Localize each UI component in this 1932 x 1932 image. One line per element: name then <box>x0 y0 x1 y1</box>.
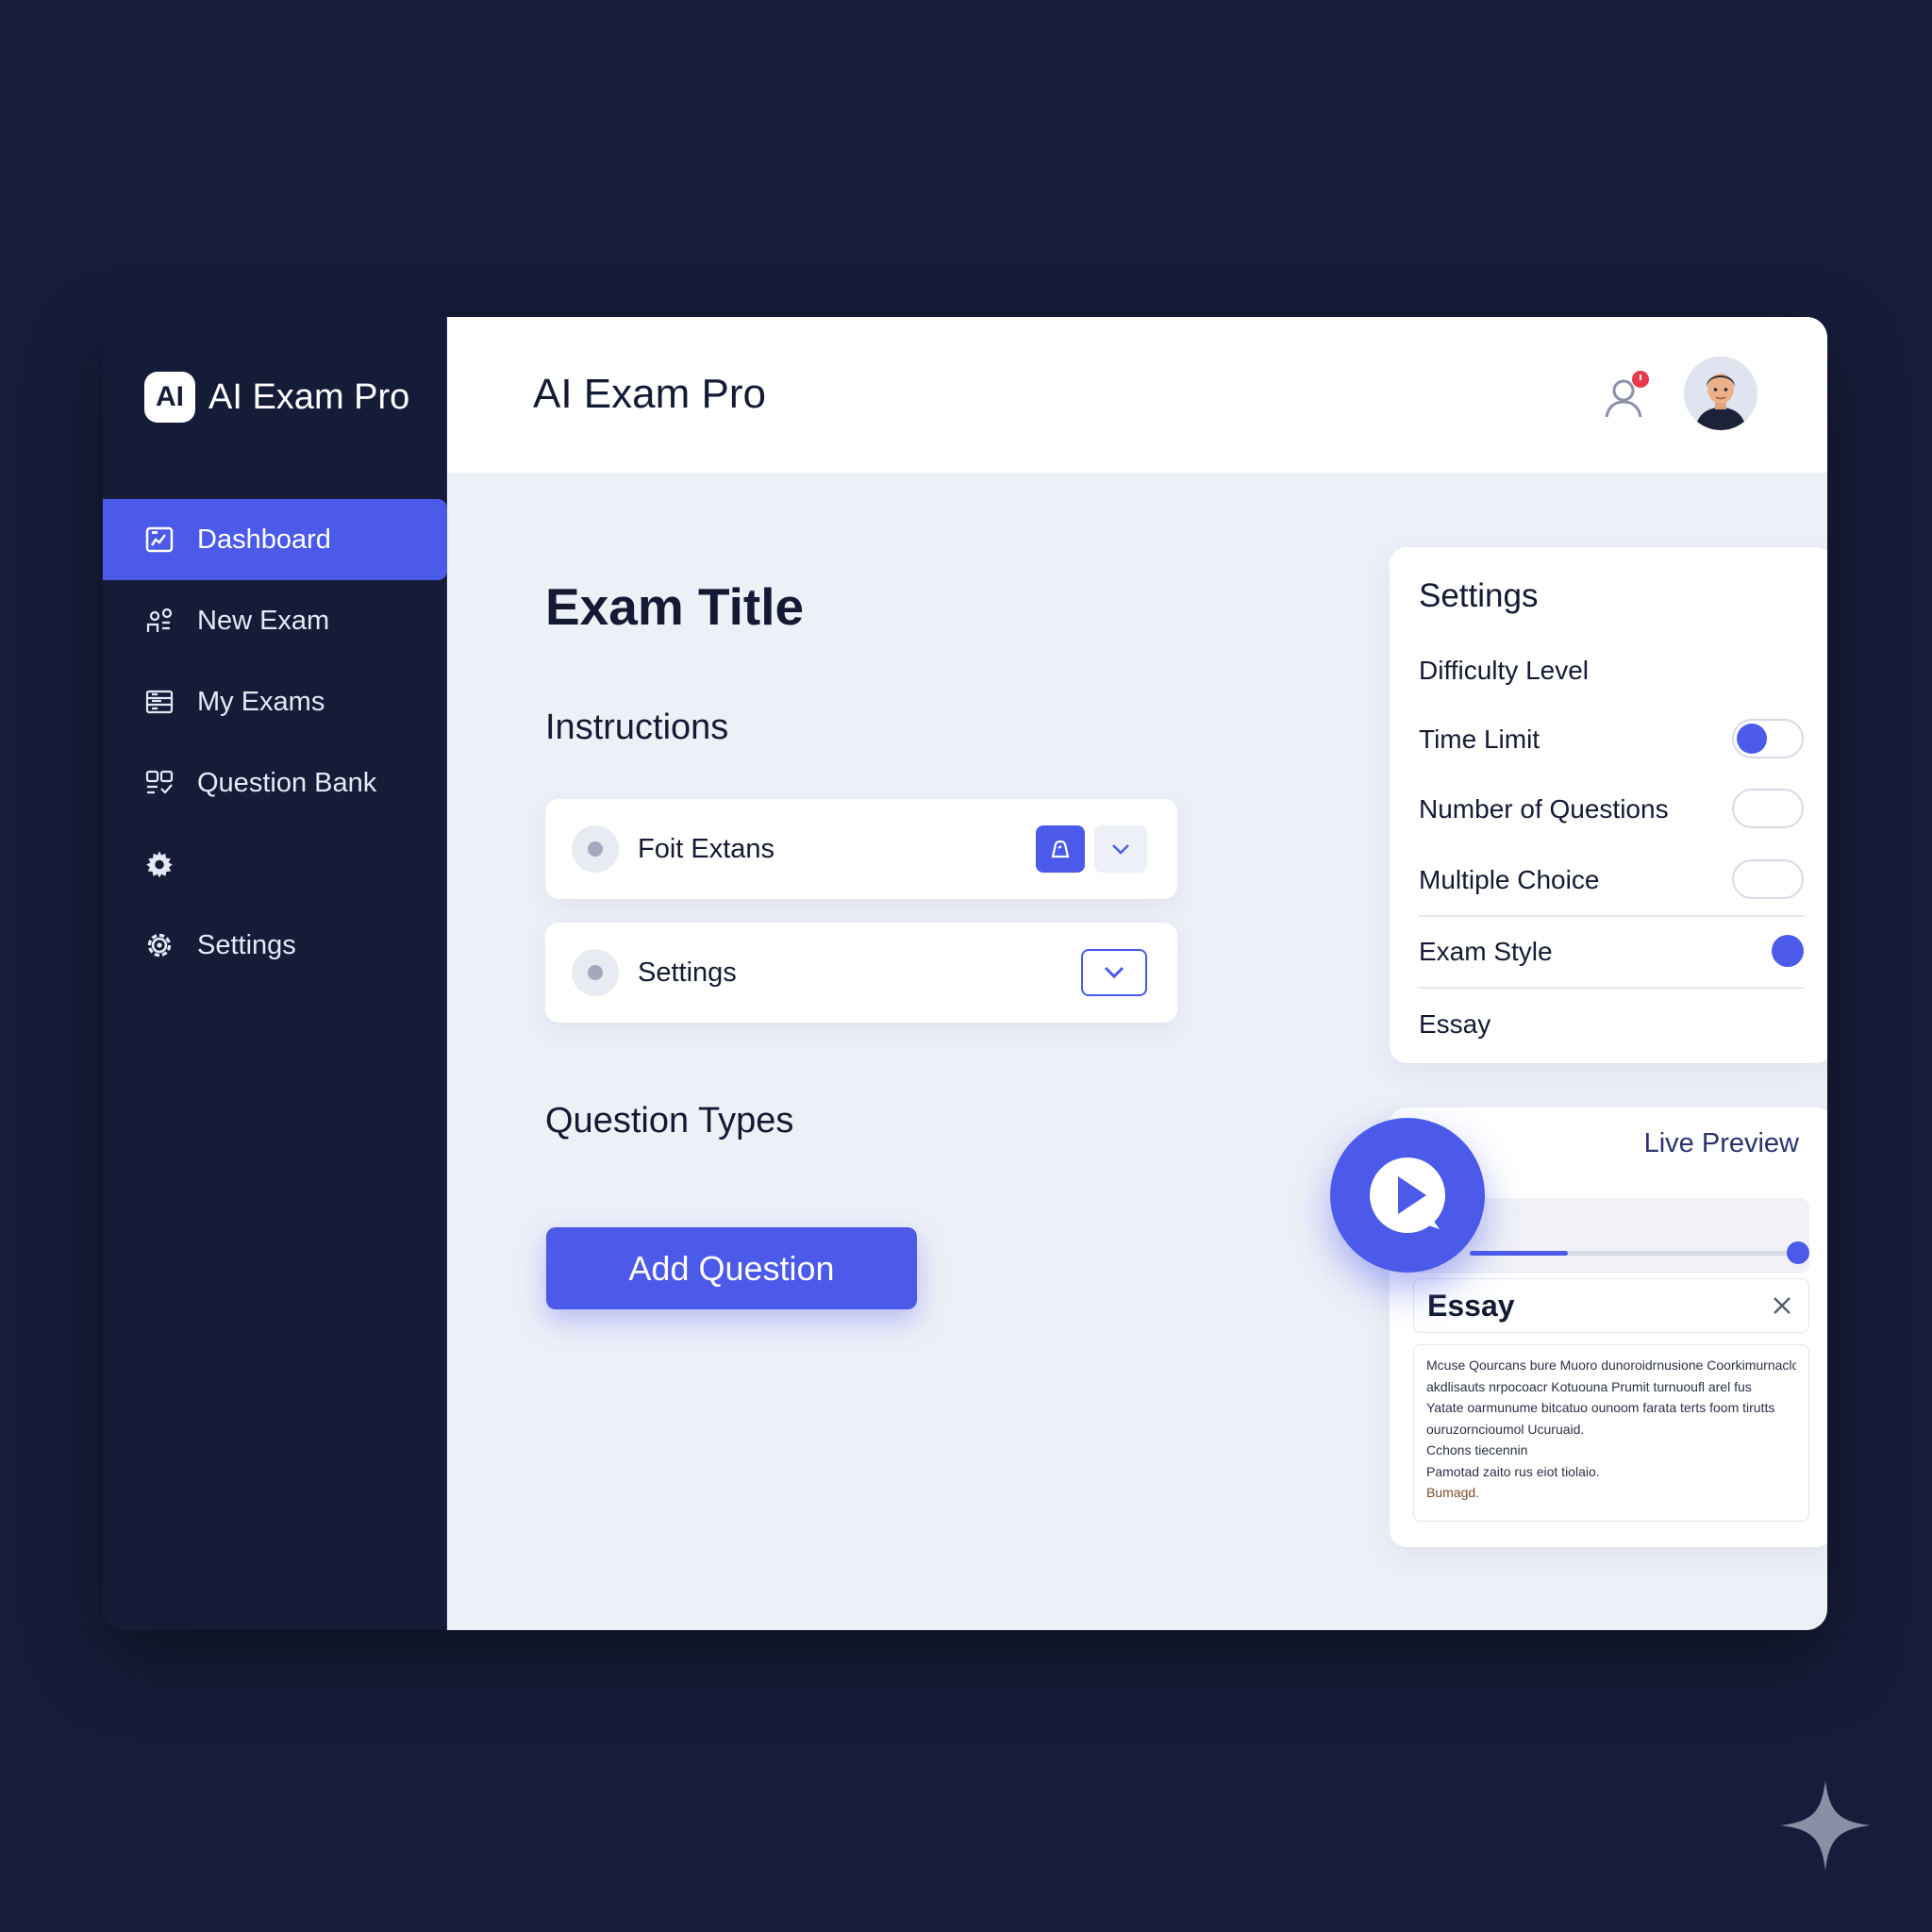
essay-line: Bumagd. <box>1426 1485 1480 1500</box>
essay-text-area[interactable]: Mcuse Qourcans bure Muoro dunoroidrnusio… <box>1413 1344 1809 1522</box>
live-preview-title: Live Preview <box>1643 1128 1799 1158</box>
exam-title[interactable]: Exam Title <box>545 576 804 637</box>
sidebar-item-dashboard[interactable]: Dashboard <box>103 499 447 580</box>
card-actions <box>1036 825 1147 873</box>
setting-label: Number of Questions <box>1419 794 1669 824</box>
question-types-heading: Question Types <box>545 1101 794 1141</box>
sidebar-item-label: Dashboard <box>197 524 331 555</box>
brand[interactable]: AI AI Exam Pro <box>144 372 409 423</box>
divider <box>1419 987 1804 989</box>
sparkle-icon <box>1778 1778 1873 1873</box>
sidebar-item-label: Question Bank <box>197 767 377 798</box>
essay-line: ouruzorncioumol Ucuruaid. <box>1426 1421 1585 1437</box>
setting-label: Essay <box>1419 1009 1491 1039</box>
settings-panel: Settings Difficulty Level Time Limit Num… <box>1390 547 1827 1063</box>
sidebar-item-gear[interactable] <box>103 824 447 905</box>
app-window: AI AI Exam Pro Dashboard New Exam My Exa… <box>103 317 1827 1630</box>
my-exams-icon <box>142 685 176 719</box>
add-question-button[interactable]: Add Question <box>546 1227 917 1309</box>
essay-line: Mcuse Qourcans bure Muoro dunoroidrnusio… <box>1426 1357 1796 1373</box>
user-notification-icon[interactable] <box>1603 368 1656 425</box>
main-content: AI Exam Pro Exam Title Instructions Foit… <box>447 317 1827 1630</box>
gear-icon <box>142 928 176 962</box>
chevron-down-icon[interactable] <box>1081 949 1147 996</box>
sidebar: AI AI Exam Pro Dashboard New Exam My Exa… <box>103 317 447 1630</box>
sidebar-item-new-exam[interactable]: New Exam <box>103 580 447 661</box>
essay-line: Yatate oarmunume bitcatuo ounoom farata … <box>1426 1400 1775 1415</box>
setting-label: Exam Style <box>1419 937 1553 966</box>
number-of-questions-toggle[interactable] <box>1732 789 1804 828</box>
instruction-card[interactable]: Settings <box>545 923 1177 1023</box>
time-limit-toggle[interactable] <box>1732 719 1804 758</box>
page-title: AI Exam Pro <box>533 371 766 417</box>
question-bank-icon <box>142 766 176 800</box>
gear-icon <box>142 847 176 881</box>
avatar[interactable] <box>1684 357 1757 430</box>
bell-icon[interactable] <box>1036 825 1085 873</box>
instruction-card-label: Foit Extans <box>638 833 775 864</box>
divider <box>1419 915 1804 917</box>
radio-button[interactable] <box>572 825 619 873</box>
topbar: AI Exam Pro <box>447 317 1827 473</box>
sidebar-item-label: Settings <box>197 929 296 960</box>
card-actions <box>1081 949 1147 996</box>
chevron-down-icon[interactable] <box>1094 825 1147 873</box>
brand-logo: AI <box>144 372 195 423</box>
multiple-choice-toggle[interactable] <box>1732 859 1804 899</box>
progress-fill <box>1470 1251 1569 1256</box>
instructions-heading: Instructions <box>545 708 729 747</box>
play-button[interactable] <box>1330 1118 1485 1273</box>
new-exam-icon <box>142 604 176 638</box>
slider-handle[interactable] <box>1787 1241 1809 1264</box>
brand-name: AI Exam Pro <box>208 376 410 417</box>
sidebar-nav: Dashboard New Exam My Exams Question Ban… <box>103 499 447 986</box>
radio-button[interactable] <box>572 949 619 996</box>
sidebar-item-label: My Exams <box>197 686 325 717</box>
essay-title: Essay <box>1427 1289 1515 1323</box>
setting-label: Time Limit <box>1419 724 1541 754</box>
sidebar-item-question-bank[interactable]: Question Bank <box>103 742 447 824</box>
sidebar-item-my-exams[interactable]: My Exams <box>103 661 447 742</box>
settings-panel-title: Settings <box>1419 577 1539 614</box>
setting-label: Difficulty Level <box>1419 656 1590 685</box>
instruction-card[interactable]: Foit Extans <box>545 799 1177 899</box>
exam-style-radio[interactable] <box>1772 935 1804 967</box>
instruction-card-label: Settings <box>638 957 737 988</box>
close-icon[interactable] <box>1769 1292 1795 1319</box>
progress-slider[interactable] <box>1470 1241 1809 1264</box>
sidebar-item-settings[interactable]: Settings <box>103 905 447 986</box>
dashboard-icon <box>142 523 176 557</box>
essay-header: Essay <box>1413 1278 1809 1333</box>
essay-line: Cchons tiecennin <box>1426 1442 1528 1457</box>
setting-label: Multiple Choice <box>1419 865 1600 894</box>
sidebar-item-label: New Exam <box>197 605 330 636</box>
essay-line: Pamotad zaito rus eiot tiolaio. <box>1426 1463 1600 1479</box>
play-icon <box>1370 1158 1445 1233</box>
essay-line: akdlisauts nrpocoacr Kotuouna Prumit tur… <box>1426 1378 1752 1394</box>
